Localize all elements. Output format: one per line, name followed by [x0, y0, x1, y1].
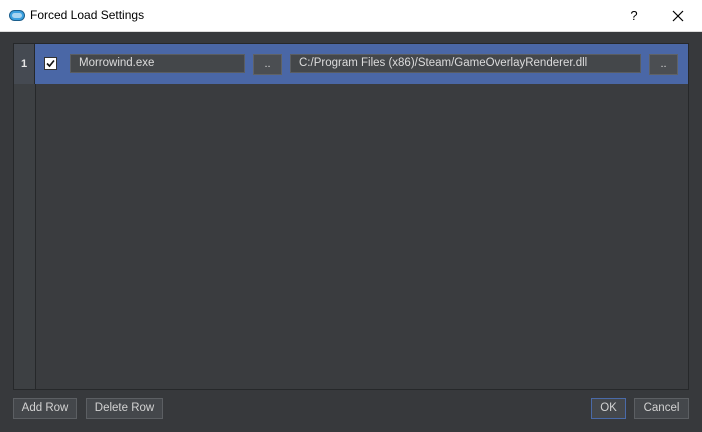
- table-row[interactable]: 1 Morrowind.exe .. C:/Program Files (x86…: [14, 44, 688, 84]
- row-header-column: [14, 44, 36, 389]
- cancel-button[interactable]: Cancel: [634, 398, 689, 419]
- browse-executable-button[interactable]: ..: [253, 54, 282, 75]
- close-icon: [672, 10, 684, 22]
- enabled-checkbox[interactable]: [44, 57, 57, 70]
- delete-row-button[interactable]: Delete Row: [86, 398, 163, 419]
- row-number[interactable]: 1: [14, 44, 35, 84]
- browse-library-button[interactable]: ..: [649, 54, 678, 75]
- title-bar: Forced Load Settings ?: [0, 0, 702, 32]
- add-row-button[interactable]: Add Row: [13, 398, 77, 419]
- checkmark-icon: [46, 59, 55, 68]
- executable-field[interactable]: Morrowind.exe: [70, 54, 245, 73]
- ok-button[interactable]: OK: [591, 398, 626, 419]
- forced-load-table[interactable]: 1 Morrowind.exe .. C:/Program Files (x86…: [13, 43, 689, 390]
- window-title: Forced Load Settings: [30, 8, 145, 22]
- library-path-field[interactable]: C:/Program Files (x86)/Steam/GameOverlay…: [290, 54, 641, 73]
- app-icon: [9, 10, 25, 21]
- close-button[interactable]: [664, 5, 692, 27]
- help-button[interactable]: ?: [622, 5, 646, 27]
